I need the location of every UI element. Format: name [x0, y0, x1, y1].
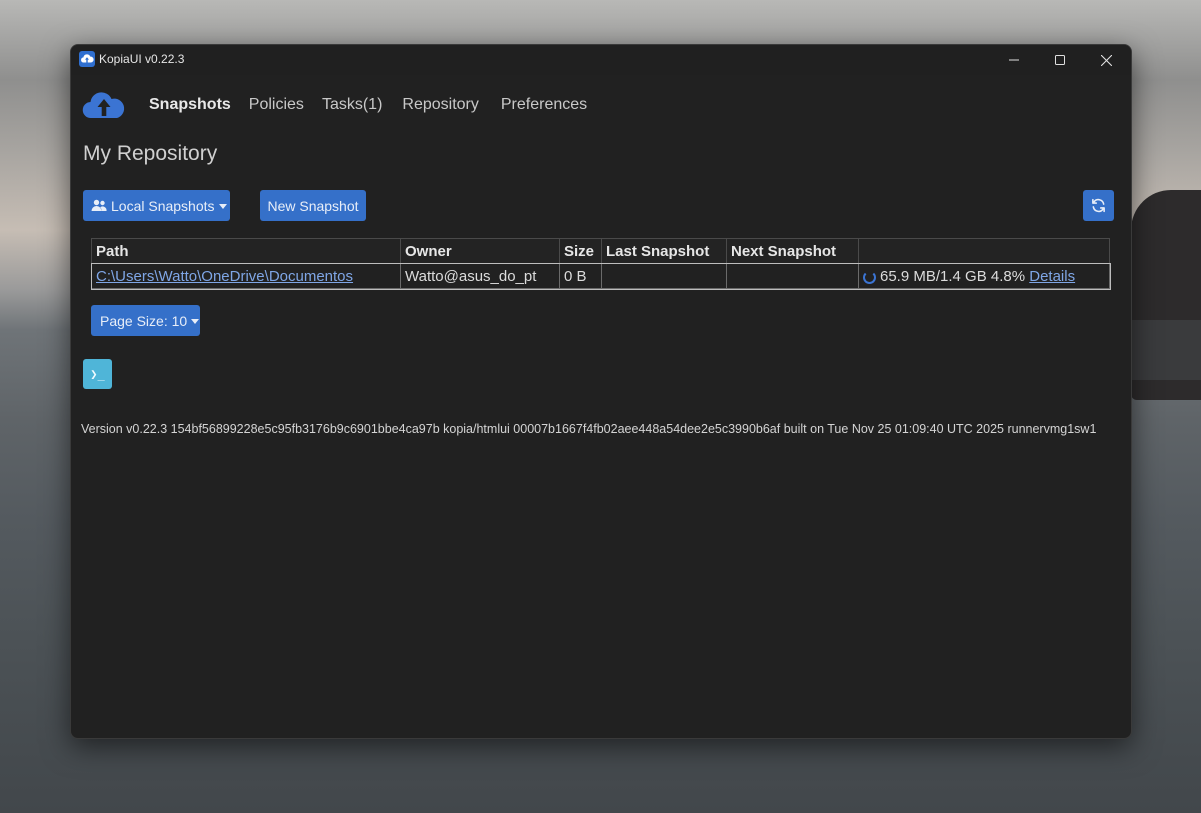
column-header-path[interactable]: Path — [91, 238, 401, 264]
new-snapshot-button[interactable]: New Snapshot — [260, 190, 366, 221]
kopia-logo-icon[interactable] — [81, 89, 127, 121]
minimize-icon — [1009, 59, 1019, 61]
main-navbar: Snapshots Policies Tasks(1) Repository P… — [81, 85, 605, 125]
users-icon — [91, 199, 107, 212]
caret-down-icon — [218, 203, 227, 209]
caret-down-icon — [191, 318, 200, 324]
upload-progress-text: 65.9 MB/1.4 GB 4.8% — [880, 267, 1026, 285]
page-size-dropdown[interactable]: Page Size: 10 — [91, 305, 200, 336]
page-size-label: Page Size: 10 — [100, 312, 188, 329]
wallpaper-pier — [1129, 320, 1201, 380]
nav-preferences[interactable]: Preferences — [501, 92, 587, 118]
local-snapshots-label: Local Snapshots — [111, 197, 215, 214]
close-icon — [1100, 54, 1112, 66]
new-snapshot-label: New Snapshot — [267, 197, 359, 214]
local-snapshots-dropdown[interactable]: Local Snapshots — [83, 190, 230, 221]
cell-last-snapshot — [601, 263, 727, 289]
column-header-owner[interactable]: Owner — [400, 238, 560, 264]
column-header-last-snapshot[interactable]: Last Snapshot — [601, 238, 727, 264]
window-title: KopiaUI v0.22.3 — [99, 52, 185, 66]
app-window: KopiaUI v0.22.3 Snapshots Policies Tasks… — [70, 44, 1132, 739]
spinner-icon — [863, 270, 876, 284]
kopia-app-icon — [79, 51, 95, 67]
table-header-row: Path Owner Size Last Snapshot Next Snaps… — [91, 238, 1110, 264]
title-bar[interactable]: KopiaUI v0.22.3 — [71, 45, 1131, 75]
minimize-button[interactable] — [991, 45, 1037, 75]
snapshots-table: Path Owner Size Last Snapshot Next Snaps… — [90, 238, 1111, 290]
table-row: C:\Users\Watto\OneDrive\Documentos Watto… — [90, 262, 1111, 290]
maximize-button[interactable] — [1037, 45, 1083, 75]
terminal-icon: ❯_ — [90, 367, 105, 381]
maximize-icon — [1055, 55, 1065, 65]
nav-repository[interactable]: Repository — [402, 92, 478, 118]
refresh-button[interactable] — [1083, 190, 1114, 221]
cell-next-snapshot — [726, 263, 859, 289]
cell-owner: Watto@asus_do_pt — [400, 263, 560, 289]
column-header-size[interactable]: Size — [559, 238, 602, 264]
snapshot-path-link[interactable]: C:\Users\Watto\OneDrive\Documentos — [96, 268, 353, 285]
close-button[interactable] — [1083, 45, 1129, 75]
column-header-next-snapshot[interactable]: Next Snapshot — [726, 238, 859, 264]
nav-snapshots[interactable]: Snapshots — [149, 92, 231, 118]
page-title: My Repository — [83, 142, 218, 165]
nav-tasks[interactable]: Tasks(1) — [322, 92, 382, 118]
refresh-icon — [1092, 198, 1105, 213]
terminal-button[interactable]: ❯_ — [83, 359, 112, 389]
column-header-status — [858, 238, 1110, 264]
cell-size: 0 B — [559, 263, 602, 289]
cell-status: 65.9 MB/1.4 GB 4.8% Details — [858, 263, 1110, 289]
nav-policies[interactable]: Policies — [249, 92, 304, 118]
details-link[interactable]: Details — [1029, 268, 1075, 285]
cell-path: C:\Users\Watto\OneDrive\Documentos — [91, 263, 401, 289]
version-info: Version v0.22.3 154bf56899228e5c95fb3176… — [81, 422, 1097, 436]
